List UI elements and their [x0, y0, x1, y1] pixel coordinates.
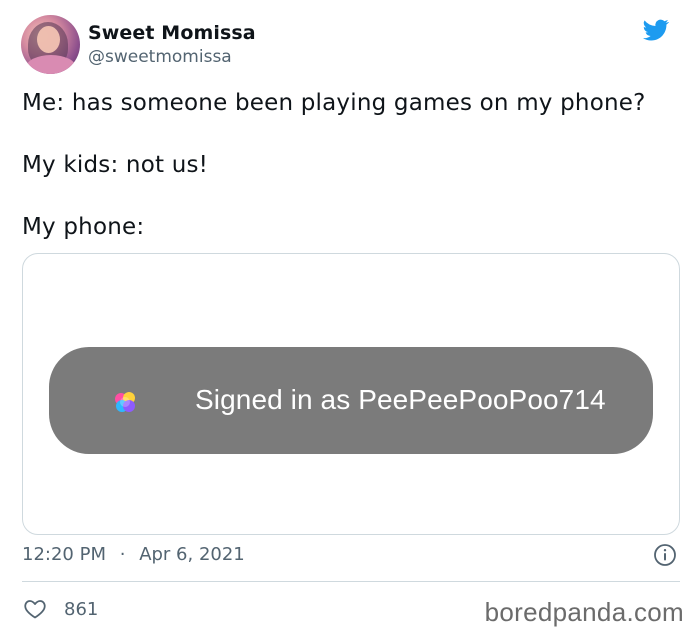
signed-in-text: Signed in as PeePeePooPoo714 [195, 384, 606, 415]
info-icon[interactable] [653, 543, 677, 567]
author-name[interactable]: Sweet Momissa [88, 22, 256, 44]
avatar-shirt [26, 55, 76, 74]
author-handle[interactable]: @sweetmomissa [88, 47, 232, 67]
tweet-header: Sweet Momissa @sweetmomissa [21, 15, 681, 75]
tweet-date[interactable]: Apr 6, 2021 [139, 544, 245, 565]
like-section[interactable]: 861 [22, 596, 98, 622]
twitter-bird-icon [643, 19, 670, 41]
heart-icon[interactable] [22, 597, 48, 621]
tweet-media-card[interactable]: Signed in as PeePeePooPoo714 [22, 253, 680, 535]
signed-in-banner: Signed in as PeePeePooPoo714 [49, 347, 653, 454]
avatar[interactable] [21, 15, 80, 74]
tweet-line-1: Me: has someone been playing games on my… [22, 90, 646, 116]
tweet-text: Me: has someone been playing games on my… [22, 88, 682, 243]
game-center-icon [115, 392, 135, 412]
divider [22, 581, 680, 582]
tweet-meta: 12:20 PM · Apr 6, 2021 [22, 543, 677, 571]
tweet-time[interactable]: 12:20 PM [22, 544, 106, 565]
watermark: boredpanda.com [484, 597, 684, 627]
avatar-face [37, 26, 60, 53]
tweet-line-3: My phone: [22, 214, 145, 240]
tweet-line-2: My kids: not us! [22, 152, 209, 178]
meta-separator: · [119, 543, 126, 565]
like-count: 861 [64, 598, 99, 620]
